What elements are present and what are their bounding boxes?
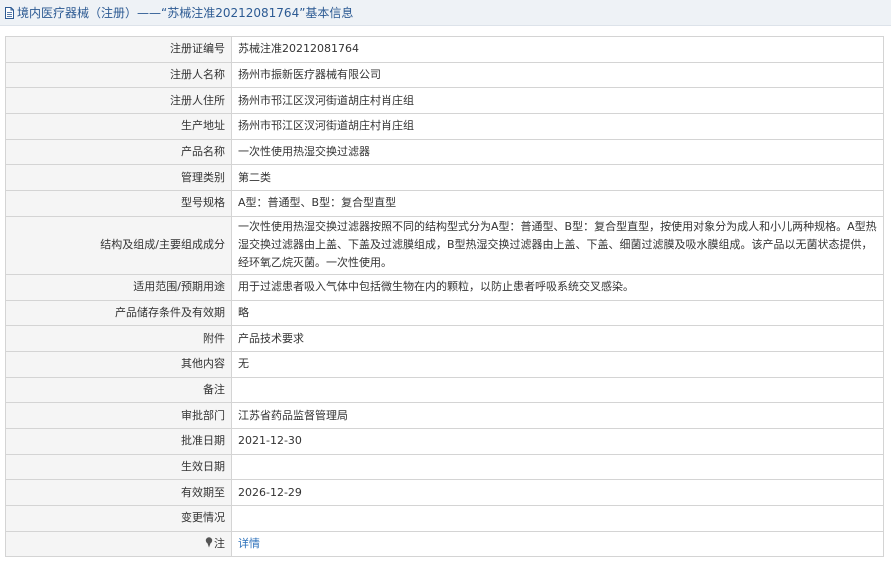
- row-label: 附件: [5, 325, 232, 352]
- row-value: 详情: [231, 530, 884, 558]
- row-value: 一次性使用热湿交换过滤器按照不同的结构型式分为A型：普通型、B型：复合型直型，按…: [231, 215, 884, 275]
- row-label: 生效日期: [5, 453, 232, 481]
- row-value: 产品技术要求: [231, 325, 884, 352]
- row-value: 略: [231, 299, 884, 327]
- row-value: 第二类: [231, 164, 884, 192]
- pin-icon: [205, 537, 213, 548]
- row-management-class: 管理类别 第二类: [5, 164, 884, 192]
- row-other-content: 其他内容 无: [5, 350, 884, 378]
- row-value: 2021-12-30: [231, 427, 884, 455]
- row-label: 备注: [5, 376, 232, 404]
- row-label: 其他内容: [5, 350, 232, 378]
- row-label: 产品储存条件及有效期: [5, 299, 232, 327]
- row-production-address: 生产地址 扬州市邗江区汊河街道胡庄村肖庄组: [5, 113, 884, 140]
- page-title: 境内医疗器械（注册）——“苏械注准20212081764”基本信息: [17, 6, 354, 20]
- row-value: [231, 453, 884, 481]
- row-label: 注册证编号: [5, 36, 232, 63]
- row-remarks: 备注: [5, 376, 884, 404]
- page-header: 境内医疗器械（注册）——“苏械注准20212081764”基本信息: [0, 0, 891, 26]
- row-value: 2026-12-29: [231, 479, 884, 506]
- details-link[interactable]: 详情: [238, 537, 260, 550]
- row-label: 变更情况: [5, 505, 232, 532]
- row-intended-use: 适用范围/预期用途 用于过滤患者吸入气体中包括微生物在内的颗粒，以防止患者呼吸系…: [5, 273, 884, 301]
- row-storage-validity: 产品储存条件及有效期 略: [5, 299, 884, 327]
- row-approval-dept: 审批部门 江苏省药品监督管理局: [5, 402, 884, 429]
- row-structure-composition: 结构及组成/主要组成成分 一次性使用热湿交换过滤器按照不同的结构型式分为A型：普…: [5, 215, 884, 275]
- row-value: 用于过滤患者吸入气体中包括微生物在内的颗粒，以防止患者呼吸系统交叉感染。: [231, 273, 884, 301]
- row-label: 注册人名称: [5, 61, 232, 89]
- row-change-history: 变更情况: [5, 505, 884, 532]
- row-label: 注册人住所: [5, 87, 232, 115]
- row-label: 适用范围/预期用途: [5, 273, 232, 301]
- row-value: 无: [231, 350, 884, 378]
- row-label: 结构及组成/主要组成成分: [5, 215, 232, 275]
- detail-table: 注册证编号 苏械注准20212081764 注册人名称 扬州市振新医疗器械有限公…: [5, 36, 884, 558]
- row-note: 注 详情: [5, 530, 884, 558]
- row-label: 有效期至: [5, 479, 232, 506]
- row-value: [231, 376, 884, 404]
- row-value: 一次性使用热湿交换过滤器: [231, 138, 884, 166]
- row-product-name: 产品名称 一次性使用热湿交换过滤器: [5, 138, 884, 166]
- row-registration-number: 注册证编号 苏械注准20212081764: [5, 36, 884, 63]
- row-registrant-name: 注册人名称 扬州市振新医疗器械有限公司: [5, 61, 884, 89]
- row-attachment: 附件 产品技术要求: [5, 325, 884, 352]
- row-valid-until: 有效期至 2026-12-29: [5, 479, 884, 506]
- document-icon: [5, 6, 14, 19]
- row-value: 扬州市邗江区汊河街道胡庄村肖庄组: [231, 87, 884, 115]
- row-label: 审批部门: [5, 402, 232, 429]
- row-effective-date: 生效日期: [5, 453, 884, 481]
- row-label: 产品名称: [5, 138, 232, 166]
- row-value: [231, 505, 884, 532]
- row-value: 扬州市振新医疗器械有限公司: [231, 61, 884, 89]
- row-label: 注: [5, 530, 232, 558]
- row-label: 管理类别: [5, 164, 232, 192]
- row-value: 扬州市邗江区汊河街道胡庄村肖庄组: [231, 113, 884, 140]
- row-label: 批准日期: [5, 427, 232, 455]
- row-label: 生产地址: [5, 113, 232, 140]
- note-label: 注: [214, 537, 225, 551]
- row-value: 江苏省药品监督管理局: [231, 402, 884, 429]
- row-value: A型：普通型、B型：复合型直型: [231, 190, 884, 217]
- row-approval-date: 批准日期 2021-12-30: [5, 427, 884, 455]
- row-label: 型号规格: [5, 190, 232, 217]
- row-model-spec: 型号规格 A型：普通型、B型：复合型直型: [5, 190, 884, 217]
- row-value: 苏械注准20212081764: [231, 36, 884, 63]
- row-registrant-address: 注册人住所 扬州市邗江区汊河街道胡庄村肖庄组: [5, 87, 884, 115]
